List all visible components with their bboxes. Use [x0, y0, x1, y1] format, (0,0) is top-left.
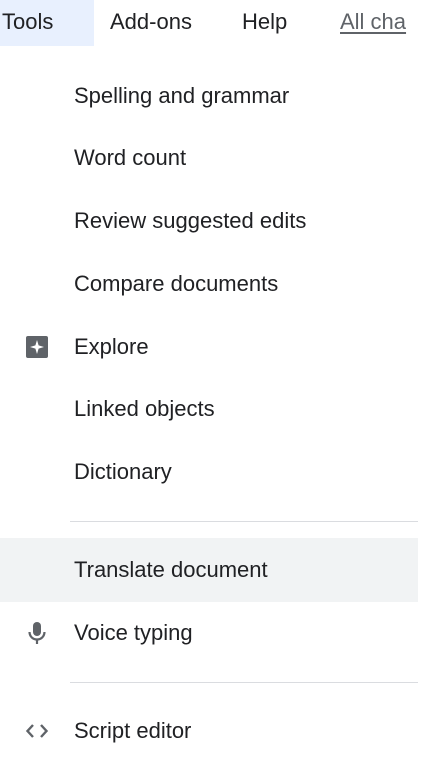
menu-divider: [70, 682, 418, 683]
explore-icon: [24, 334, 50, 360]
menu-item-dictionary[interactable]: Dictionary: [0, 440, 418, 504]
menu-help-label: Help: [242, 9, 288, 34]
menu-item-script-editor[interactable]: Script editor: [0, 699, 418, 763]
menu-item-label: Word count: [74, 145, 187, 170]
menu-item-linked-objects[interactable]: Linked objects: [0, 377, 418, 441]
menu-item-label: Explore: [74, 334, 149, 359]
menu-item-word-count[interactable]: Word count: [0, 126, 418, 190]
menu-divider: [70, 521, 418, 522]
menu-item-label: Translate document: [74, 557, 268, 582]
menu-item-compare-documents[interactable]: Compare documents: [0, 252, 418, 316]
menu-tools-label: Tools: [2, 9, 54, 34]
menu-item-label: Voice typing: [74, 620, 193, 645]
tools-dropdown-menu: Spelling and grammar Word count Review s…: [0, 48, 418, 746]
menu-help[interactable]: Help: [242, 0, 287, 46]
menu-item-label: Linked objects: [74, 396, 215, 421]
menu-add-ons-label: Add-ons: [110, 9, 192, 34]
menu-tools[interactable]: Tools: [0, 0, 94, 46]
menu-item-voice-typing[interactable]: Voice typing: [0, 601, 418, 665]
all-changes-link-label: All cha: [340, 9, 407, 34]
menu-item-translate-document[interactable]: Translate document: [0, 538, 418, 602]
microphone-icon: [24, 620, 50, 646]
code-brackets-icon: [24, 718, 50, 744]
menu-bar: Tools Add-ons Help All cha: [0, 0, 424, 48]
menu-item-label: Compare documents: [74, 271, 279, 296]
menu-add-ons[interactable]: Add-ons: [110, 0, 192, 46]
menu-item-label: Dictionary: [74, 459, 172, 484]
menu-item-label: Script editor: [74, 718, 192, 743]
menu-item-label: Review suggested edits: [74, 208, 307, 233]
all-changes-link[interactable]: All cha: [340, 0, 406, 46]
menu-right-edge: [418, 48, 424, 746]
menu-item-label: Spelling and grammar: [74, 83, 290, 108]
menu-item-explore[interactable]: Explore: [0, 315, 418, 379]
menu-item-review-suggested-edits[interactable]: Review suggested edits: [0, 189, 418, 253]
menu-item-spelling-and-grammar[interactable]: Spelling and grammar: [0, 64, 418, 128]
